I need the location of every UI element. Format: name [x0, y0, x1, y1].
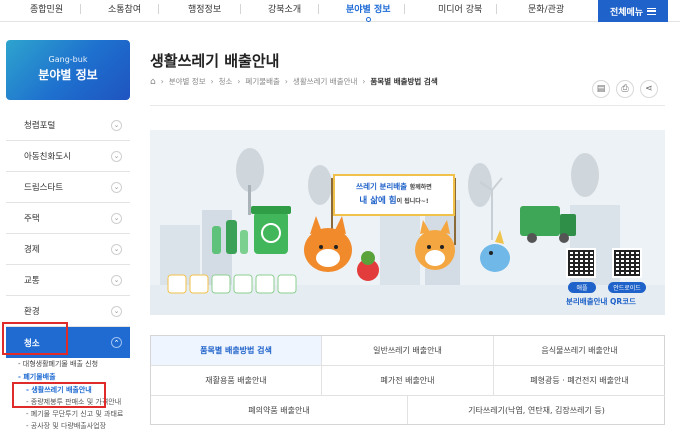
nav-divider: [496, 4, 497, 14]
nav-divider: [318, 4, 319, 14]
sidebar-item-integrity[interactable]: 청렴포털 ⌄: [6, 110, 130, 141]
tab-general-waste[interactable]: 일반쓰레기 배출안내: [322, 336, 494, 366]
all-menu-button[interactable]: 전체메뉴: [598, 0, 668, 22]
sidebar-item-label: 교통: [24, 276, 40, 286]
page-tools: ▤ ⎙ ⋖: [592, 80, 658, 98]
breadcrumb: ⌂ › 분야별 정보 › 청소 › 폐기물배출 › 생활쓰레기 배출안내 › 품…: [150, 76, 438, 87]
tab-lamps-batteries[interactable]: 폐형광등 · 폐건전지 배출안내: [494, 366, 665, 396]
chevron-down-icon: ⌄: [111, 305, 122, 317]
sidebar-item-economy[interactable]: 경제 ⌄: [6, 234, 130, 265]
chevron-down-icon: ⌄: [111, 181, 122, 193]
sidebar-banner: Gang-buk 분야별 정보: [6, 40, 130, 100]
page-title: 생활쓰레기 배출안내: [150, 52, 280, 70]
breadcrumb-item[interactable]: 폐기물배출: [245, 76, 280, 87]
qr-android-button[interactable]: 안드로이드: [608, 282, 646, 293]
top-nav: 종합민원 소통참여 행정정보 강북소개 분야별 정보 미디어 강북 문화/관광 …: [0, 0, 680, 22]
tab-appliances[interactable]: 폐가전 배출안내: [322, 366, 494, 396]
sidebar-item-cleaning[interactable]: 청소 ⌃: [6, 327, 130, 358]
sidebar-item-label: 아동친화도시: [24, 152, 71, 162]
submenu-item[interactable]: - 폐기물 무단투기 신고 및 과태료: [6, 408, 130, 420]
tab-medicine[interactable]: 폐의약품 배출안내: [151, 396, 408, 424]
submenu-item[interactable]: - 공사장 및 다량배출사업장: [6, 420, 130, 432]
sidebar-item-label: 청소: [24, 338, 40, 349]
breadcrumb-current: 품목별 배출방법 검색: [370, 77, 438, 86]
sidebar-banner-title: 분야별 정보: [38, 68, 98, 82]
nav-divider: [240, 4, 241, 14]
sidebar-menu: 청렴포털 ⌄ 아동친화도시 ⌄ 드림스타트 ⌄ 주택 ⌄ 경제 ⌄ 교통 ⌄ 환경 ⌄ 청소 ⌃: [6, 110, 130, 358]
chevron-down-icon: ⌄: [111, 212, 122, 224]
nav-item-civil[interactable]: 종합민원: [30, 2, 63, 15]
nav-divider: [404, 4, 405, 14]
home-icon[interactable]: ⌂: [150, 77, 156, 87]
print-icon[interactable]: ⎙: [616, 80, 634, 98]
submenu-item[interactable]: - 종량제봉투 판매소 및 가격안내: [6, 396, 130, 408]
chevron-down-icon: ⌄: [111, 119, 122, 131]
qr-code-ios: [566, 248, 596, 278]
nav-divider: [158, 4, 159, 14]
sidebar-banner-en: Gang-buk: [48, 55, 88, 64]
sign-line1: 쓰레기 분리배출: [356, 182, 408, 191]
nav-item-admin[interactable]: 행정정보: [188, 2, 221, 15]
qr-ios-button[interactable]: 애플: [568, 282, 596, 293]
sidebar-item-label: 주택: [24, 214, 40, 224]
campaign-banner: 쓰레기 분리배출 함께하면 내 삶에 힘이 됩니다~! 애플 안드로이드 분리배…: [150, 130, 665, 315]
nav-item-field-info[interactable]: 분야별 정보: [346, 2, 391, 15]
sign-line2-suffix: 이 됩니다~!: [396, 198, 429, 205]
banner-sign: 쓰레기 분리배출 함께하면 내 삶에 힘이 됩니다~!: [336, 180, 452, 208]
nav-item-communication[interactable]: 소통참여: [108, 2, 141, 15]
nav-item-about[interactable]: 강북소개: [268, 2, 301, 15]
nav-item-culture[interactable]: 문화/관광: [528, 2, 564, 15]
breadcrumb-item[interactable]: 청소: [219, 76, 233, 87]
chevron-down-icon: ⌄: [111, 243, 122, 255]
tab-item-search[interactable]: 품목별 배출방법 검색: [151, 336, 322, 366]
qr-caption: 분리배출안내 QR코드: [566, 297, 636, 306]
sidebar-item-label: 드림스타트: [24, 183, 64, 193]
tab-other-waste[interactable]: 기타쓰레기(낙엽, 연탄재, 김장쓰레기 등): [408, 396, 665, 424]
chevron-down-icon: ⌄: [111, 150, 122, 162]
hamburger-icon: [647, 7, 657, 15]
chevron-down-icon: ⌄: [111, 274, 122, 286]
header-divider: [150, 105, 665, 106]
nav-item-media[interactable]: 미디어 강북: [438, 2, 482, 15]
bookmark-icon[interactable]: ▤: [592, 80, 610, 98]
tab-food-waste[interactable]: 음식물쓰레기 배출안내: [494, 336, 665, 366]
category-tabs: 품목별 배출방법 검색 일반쓰레기 배출안내 음식물쓰레기 배출안내 재활용품 …: [150, 335, 665, 425]
submenu-item[interactable]: - 대형생활폐기물 배출 신청: [6, 358, 130, 371]
qr-code-android: [612, 248, 642, 278]
sign-line1-suffix: 함께하면: [409, 184, 432, 191]
sidebar-item-label: 경제: [24, 245, 40, 255]
sidebar-item-label: 청렴포털: [24, 121, 56, 131]
sidebar-item-environment[interactable]: 환경 ⌄: [6, 296, 130, 327]
sidebar-item-dreamstart[interactable]: 드림스타트 ⌄: [6, 172, 130, 203]
share-icon[interactable]: ⋖: [640, 80, 658, 98]
breadcrumb-item[interactable]: 분야별 정보: [169, 76, 206, 87]
breadcrumb-item[interactable]: 생활쓰레기 배출안내: [293, 76, 357, 87]
sidebar-item-label: 환경: [24, 307, 40, 317]
sidebar-submenu: - 대형생활폐기물 배출 신청 - 폐기물배출 - 생활쓰레기 배출안내 - 종…: [6, 358, 130, 432]
sign-line2: 내 삶에 힘: [359, 196, 397, 206]
active-nav-indicator: [366, 17, 371, 22]
chevron-up-icon: ⌃: [111, 337, 122, 348]
all-menu-label: 전체메뉴: [609, 7, 644, 18]
nav-divider: [80, 4, 81, 14]
sidebar-item-housing[interactable]: 주택 ⌄: [6, 203, 130, 234]
tab-recyclables[interactable]: 재활용품 배출안내: [151, 366, 322, 396]
sidebar-item-traffic[interactable]: 교통 ⌄: [6, 265, 130, 296]
sidebar-item-child-friendly[interactable]: 아동친화도시 ⌄: [6, 141, 130, 172]
submenu-item-waste[interactable]: - 폐기물배출: [6, 371, 130, 384]
submenu-item-current[interactable]: - 생활쓰레기 배출안내: [6, 384, 130, 396]
